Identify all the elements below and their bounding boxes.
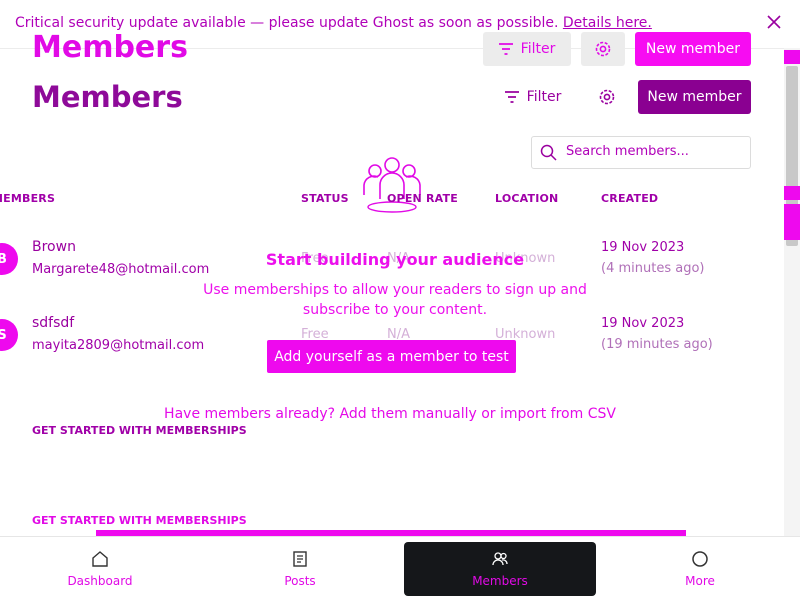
search-input[interactable] [564, 143, 746, 160]
banner-details-link[interactable]: Details here. [563, 15, 652, 31]
search-box[interactable] [531, 136, 751, 169]
posts-icon [293, 551, 307, 567]
nav-item-members[interactable]: Members [404, 542, 596, 596]
settings-button-sticky[interactable] [581, 32, 625, 66]
nav-label: More [685, 574, 715, 588]
members-icon [492, 552, 508, 566]
column-header-status[interactable]: STATUS [301, 192, 349, 205]
nav-item-dashboard[interactable]: Dashboard [0, 537, 200, 601]
filter-label: Filter [520, 41, 556, 57]
import-prompt-text: Have members already? Add them manually … [164, 406, 500, 422]
new-member-label: New member [647, 89, 742, 105]
search-icon [540, 144, 557, 161]
scrollbar-marker [784, 204, 800, 240]
column-header-members[interactable]: MEMBERS [0, 192, 55, 205]
banner-message: Critical security update available — ple… [15, 15, 652, 31]
page-title-sticky: Members [32, 30, 188, 65]
filter-button[interactable]: Filter [500, 80, 566, 114]
settings-button[interactable] [590, 80, 624, 114]
filter-icon [498, 43, 513, 55]
gear-icon [599, 89, 615, 105]
add-yourself-label: Add yourself as a member to test [274, 348, 509, 365]
bottom-nav: Dashboard Posts Members More [0, 536, 800, 601]
member-created-date: 19 Nov 2023 [601, 240, 685, 255]
filter-label: Filter [526, 89, 562, 105]
more-icon [692, 551, 708, 567]
import-csv-link[interactable]: import from CSV [500, 406, 616, 422]
member-created-ago: (4 minutes ago) [601, 261, 705, 276]
get-started-heading-sticky: GET STARTED WITH MEMBERSHIPS [32, 514, 247, 527]
member-name: sdfsdf [32, 315, 75, 331]
member-email: mayita2809@hotmail.com [32, 338, 205, 353]
member-created-date: 19 Nov 2023 [601, 316, 685, 331]
nav-item-more[interactable]: More [600, 537, 800, 601]
page-title: Members [32, 80, 183, 114]
banner-text: Critical security update available — ple… [15, 15, 559, 31]
member-name: Brown [32, 239, 76, 255]
column-header-location[interactable]: LOCATION [495, 192, 558, 205]
members-illustration-icon [363, 157, 421, 213]
member-email: Margarete48@hotmail.com [32, 262, 210, 277]
new-member-button[interactable]: New member [638, 80, 751, 114]
get-started-heading: GET STARTED WITH MEMBERSHIPS [32, 424, 247, 437]
home-icon [92, 551, 108, 567]
nav-label: Dashboard [67, 574, 133, 588]
scrollbar-up-arrow[interactable] [784, 50, 800, 64]
close-icon[interactable] [766, 14, 782, 30]
empty-state-description: Use memberships to allow your readers to… [203, 282, 587, 318]
new-member-button-sticky[interactable]: New member [635, 32, 751, 66]
import-prompt: Have members already? Add them manually … [150, 406, 630, 422]
gear-icon [595, 41, 611, 57]
scrollbar-marker [784, 186, 800, 200]
nav-label: Members [472, 574, 528, 588]
add-yourself-button[interactable]: Add yourself as a member to test [267, 340, 516, 373]
nav-label: Posts [284, 574, 316, 588]
filter-icon [504, 91, 519, 103]
nav-item-posts[interactable]: Posts [200, 537, 400, 601]
column-header-open-rate[interactable]: OPEN RATE [387, 192, 458, 205]
new-member-label: New member [645, 41, 741, 57]
empty-state-title: Start building your audience [265, 250, 525, 269]
filter-button-sticky[interactable]: Filter [483, 32, 571, 66]
member-created-ago: (19 minutes ago) [601, 337, 713, 352]
column-header-created[interactable]: CREATED [601, 192, 658, 205]
